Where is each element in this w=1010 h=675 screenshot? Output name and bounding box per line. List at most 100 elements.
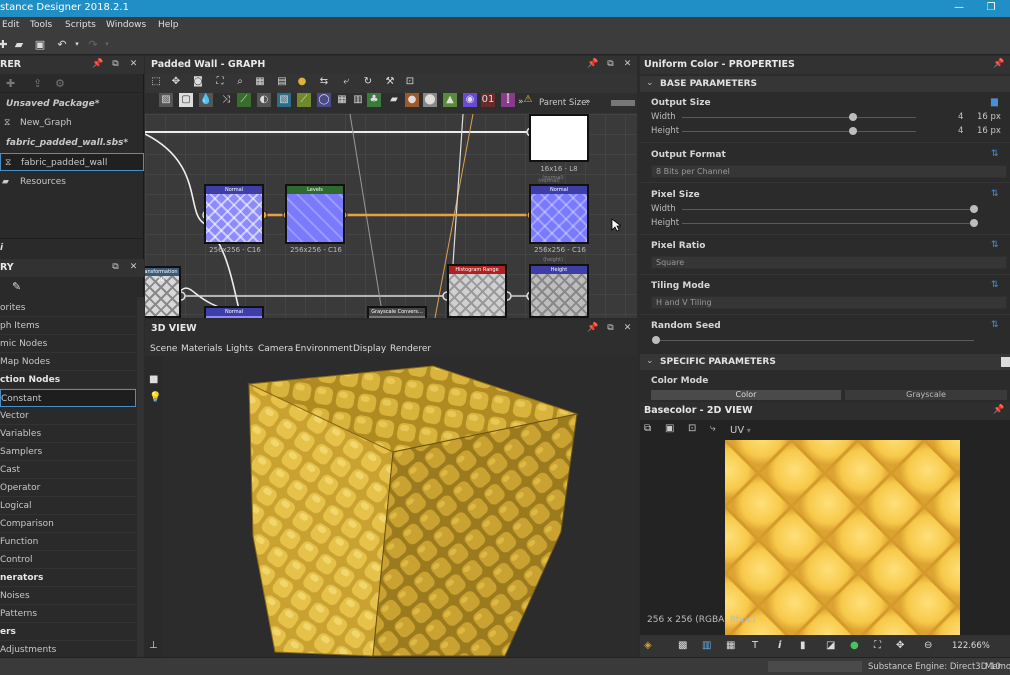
light-icon[interactable]: 💡 bbox=[149, 392, 161, 403]
layout-icon[interactable]: ▦ bbox=[253, 75, 267, 89]
menu-camera[interactable]: Camera bbox=[258, 344, 293, 354]
graph-item-new-graph[interactable]: ⧖ New_Graph bbox=[0, 114, 144, 132]
library-item[interactable]: Patterns bbox=[0, 605, 136, 623]
library-item[interactable]: Constant bbox=[0, 389, 136, 407]
library-item[interactable]: Variables bbox=[0, 425, 136, 443]
pixel-height-slider[interactable] bbox=[682, 223, 974, 224]
menu-renderer[interactable]: Renderer bbox=[390, 344, 431, 354]
section-specific-parameters[interactable]: ⌄ SPECIFIC PARAMETERS bbox=[640, 354, 1010, 370]
save-icon[interactable]: ▣ bbox=[665, 423, 674, 434]
output-size-toggle[interactable] bbox=[611, 100, 635, 106]
graph-item-fabric-padded-wall[interactable]: ⧖ fabric_padded_wall bbox=[0, 153, 144, 171]
image-icon[interactable]: ◪ bbox=[826, 640, 835, 651]
library-item[interactable]: Map Nodes bbox=[0, 353, 136, 371]
grayscale-node-icon[interactable]: ⬤ bbox=[423, 93, 437, 107]
relative-icon[interactable]: ▆ bbox=[991, 97, 1002, 107]
more-chevron-icon[interactable]: » bbox=[518, 97, 524, 107]
undo-dropdown-icon[interactable]: ▾ bbox=[70, 38, 84, 51]
library-item[interactable]: ph Items bbox=[0, 317, 136, 335]
emboss-node-icon[interactable]: ● bbox=[405, 93, 419, 107]
layers-icon[interactable]: ◈ bbox=[644, 640, 652, 651]
levels-node-icon[interactable]: ◯ bbox=[317, 93, 331, 107]
minimize-button[interactable]: — bbox=[944, 0, 974, 17]
bitmap-node-icon[interactable]: ▨ bbox=[159, 93, 173, 107]
zoom-out-icon[interactable]: ⊖ bbox=[924, 640, 932, 651]
library-item[interactable]: Cast bbox=[0, 461, 136, 479]
pixel-height-slider-knob[interactable] bbox=[970, 219, 978, 227]
pin-icon[interactable]: 📌 bbox=[587, 323, 598, 334]
tiling-icon[interactable]: T bbox=[752, 640, 758, 651]
refresh-icon[interactable]: ↻ bbox=[361, 75, 375, 89]
node-uniform-color[interactable] bbox=[529, 114, 589, 162]
color-mode-grayscale-button[interactable]: Grayscale bbox=[845, 390, 1007, 400]
library-item[interactable]: Samplers bbox=[0, 443, 136, 461]
redo-icon[interactable]: ↷ bbox=[86, 38, 100, 51]
histogram-node-icon[interactable]: ▲ bbox=[443, 93, 457, 107]
section-toggle[interactable] bbox=[1001, 357, 1010, 367]
save-icon[interactable]: ▣ bbox=[33, 38, 47, 51]
node-transformation-2d[interactable]: ansformation 2D bbox=[145, 266, 181, 318]
package-fabric-padded-wall[interactable]: fabric_padded_wall.sbs* bbox=[0, 134, 144, 152]
library-item[interactable]: Noises bbox=[0, 587, 136, 605]
open-folder-icon[interactable]: ▰ bbox=[12, 38, 26, 51]
package-unsaved[interactable]: Unsaved Package* bbox=[0, 95, 144, 113]
new-graph-icon[interactable]: ✚ bbox=[6, 77, 15, 90]
select-icon[interactable]: ⬚ bbox=[149, 75, 163, 89]
tiling-mode-dropdown[interactable]: H and V Tiling bbox=[651, 296, 1007, 309]
float-icon[interactable]: ⧉ bbox=[605, 59, 616, 70]
camera-icon[interactable]: ■ bbox=[149, 374, 158, 385]
relative-icon[interactable]: ⇅ bbox=[991, 240, 1002, 250]
random-seed-slider-knob[interactable] bbox=[652, 336, 660, 344]
library-item[interactable]: Comparison bbox=[0, 515, 136, 533]
channels-icon[interactable]: ▥ bbox=[702, 640, 711, 651]
new-icon[interactable]: ✚ bbox=[0, 38, 10, 51]
uniform-node-icon[interactable]: ◉ bbox=[463, 93, 477, 107]
python-icon[interactable]: ● bbox=[295, 75, 309, 89]
section-base-parameters[interactable]: ⌄ BASE PARAMETERS bbox=[640, 76, 1010, 92]
camera-icon[interactable]: ◙ bbox=[191, 75, 205, 89]
relative-icon[interactable]: ⇅ bbox=[991, 149, 1002, 159]
connect-icon[interactable]: ⤶ bbox=[339, 75, 353, 89]
grid-icon[interactable]: ▤ bbox=[275, 75, 289, 89]
export-icon[interactable]: ⇪ bbox=[33, 77, 42, 90]
blend-node-icon[interactable]: ▰ bbox=[387, 93, 401, 107]
frame-icon[interactable]: ⛶ bbox=[213, 75, 227, 89]
grid-icon[interactable]: ▦ bbox=[726, 640, 735, 651]
close-icon[interactable]: ✕ bbox=[128, 262, 139, 273]
menu-scene[interactable]: Scene bbox=[150, 344, 177, 354]
more-chevron-icon[interactable]: » bbox=[585, 97, 591, 107]
float-icon[interactable]: ⧉ bbox=[605, 323, 616, 334]
menu-materials[interactable]: Materials bbox=[181, 344, 222, 354]
menu-windows[interactable]: Windows bbox=[106, 20, 146, 30]
menu-lights[interactable]: Lights bbox=[226, 344, 253, 354]
relative-icon[interactable]: ⇅ bbox=[991, 280, 1002, 290]
info-icon[interactable]: i bbox=[0, 243, 3, 253]
undo-icon[interactable]: ↶ bbox=[55, 38, 69, 51]
view3d-viewport[interactable] bbox=[163, 356, 637, 657]
node-histogram-range[interactable]: Histogram Range bbox=[447, 264, 507, 318]
menu-help[interactable]: Help bbox=[158, 20, 179, 30]
svg-node-icon[interactable]: ▢ bbox=[179, 93, 193, 107]
value-node-icon[interactable]: 01 bbox=[481, 93, 495, 107]
publish-icon[interactable]: ⚙ bbox=[55, 77, 65, 90]
node-levels[interactable]: Levels bbox=[285, 184, 345, 244]
node-normal[interactable]: Normal bbox=[204, 306, 264, 318]
warp-node-icon[interactable]: ⫿ bbox=[501, 93, 515, 107]
library-item[interactable]: Operator bbox=[0, 479, 136, 497]
float-icon[interactable]: ⧉ bbox=[110, 262, 121, 273]
output-width-slider-knob[interactable] bbox=[848, 113, 857, 121]
relative-icon[interactable]: ⇅ bbox=[991, 320, 1002, 330]
move-icon[interactable]: ✥ bbox=[169, 75, 183, 89]
close-icon[interactable]: ✕ bbox=[622, 59, 633, 70]
zoom-icon[interactable]: ✥ bbox=[896, 640, 904, 651]
menu-display[interactable]: Display bbox=[353, 344, 386, 354]
axis-icon[interactable]: ⊥ bbox=[149, 640, 158, 651]
float-icon[interactable]: ⧉ bbox=[110, 59, 121, 70]
info-icon[interactable]: i bbox=[778, 640, 781, 651]
node-normal[interactable]: Normal bbox=[204, 184, 264, 244]
menu-scripts[interactable]: Scripts bbox=[65, 20, 96, 30]
close-icon[interactable]: ✕ bbox=[128, 59, 139, 70]
pencil-icon[interactable]: ✎ bbox=[12, 280, 21, 293]
maximize-button[interactable]: ❐ bbox=[976, 0, 1006, 17]
align-icon[interactable]: ⇆ bbox=[317, 75, 331, 89]
